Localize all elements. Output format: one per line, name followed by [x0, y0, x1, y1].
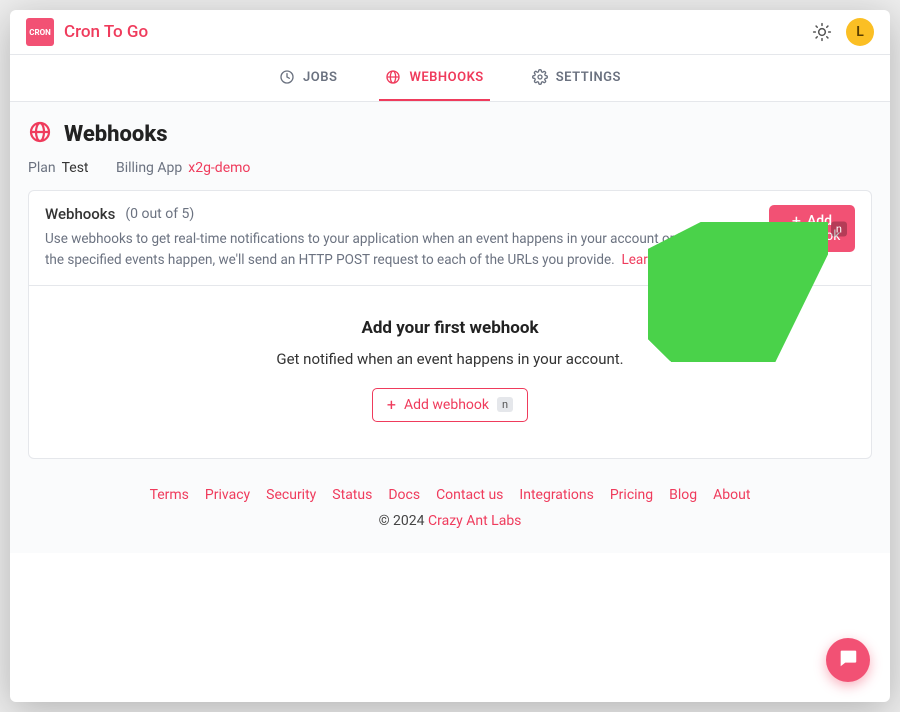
plan-value: Test: [62, 160, 89, 176]
tab-bar: JOBS WEBHOOKS SETTINGS: [10, 55, 890, 102]
chat-button[interactable]: [826, 638, 870, 682]
tab-label: JOBS: [303, 70, 337, 85]
theme-toggle-icon[interactable]: [812, 22, 832, 42]
page-header: Webhooks: [28, 120, 872, 148]
add-webhook-label-1: Add: [807, 213, 832, 229]
plus-icon: +: [792, 213, 801, 229]
avatar[interactable]: L: [846, 18, 874, 46]
empty-title: Add your first webhook: [45, 318, 855, 338]
footer-link-blog[interactable]: Blog: [669, 487, 697, 503]
page-title: Webhooks: [64, 122, 168, 147]
add-webhook-button[interactable]: + Add webhook n: [769, 205, 855, 252]
footer-link-integrations[interactable]: Integrations: [519, 487, 593, 503]
tab-jobs[interactable]: JOBS: [273, 55, 343, 101]
brand[interactable]: CRON Cron To Go: [26, 18, 148, 46]
copyright-prefix: © 2024: [379, 513, 428, 529]
clock-icon: [279, 69, 295, 85]
tab-label: WEBHOOKS: [409, 70, 483, 85]
billing-app-link[interactable]: x2g-demo: [188, 160, 250, 176]
brand-name: Cron To Go: [64, 22, 148, 42]
avatar-initial: L: [856, 24, 864, 40]
footer-link-privacy[interactable]: Privacy: [205, 487, 250, 503]
footer: Terms Privacy Security Status Docs Conta…: [28, 487, 872, 529]
logo-text: CRON: [29, 28, 51, 37]
kbd-hint: n: [831, 221, 847, 236]
learn-more-suffix: .: [690, 252, 694, 268]
card-name: Webhooks: [45, 205, 115, 223]
company-link[interactable]: Crazy Ant Labs: [428, 513, 521, 529]
footer-link-terms[interactable]: Terms: [150, 487, 189, 503]
footer-link-pricing[interactable]: Pricing: [610, 487, 653, 503]
topbar-actions: L: [812, 18, 874, 46]
tab-webhooks[interactable]: WEBHOOKS: [379, 55, 489, 101]
add-webhook-label: Add webhook: [404, 397, 489, 413]
empty-subtitle: Get notified when an event happens in yo…: [45, 350, 855, 368]
copyright: © 2024 Crazy Ant Labs: [28, 513, 872, 529]
globe-icon: [385, 69, 401, 85]
kbd-hint: n: [497, 397, 513, 412]
billing-app-label: Billing App: [116, 160, 182, 176]
add-webhook-outline-button[interactable]: + Add webhook n: [372, 388, 528, 422]
app-window: CRON Cron To Go L J: [10, 10, 890, 702]
chat-icon: [837, 647, 859, 673]
footer-link-status[interactable]: Status: [332, 487, 372, 503]
learn-more-link[interactable]: Learn more: [621, 252, 689, 268]
footer-links: Terms Privacy Security Status Docs Conta…: [28, 487, 872, 503]
plan-label: Plan: [28, 160, 56, 176]
tab-label: SETTINGS: [556, 70, 621, 85]
webhooks-card: Webhooks (0 out of 5) Use webhooks to ge…: [28, 190, 872, 459]
card-description: Use webhooks to get real-time notificati…: [45, 229, 751, 271]
topbar: CRON Cron To Go L: [10, 10, 890, 55]
globe-icon: [28, 120, 52, 148]
main-content: Webhooks Plan Test Billing App x2g-demo …: [10, 102, 890, 553]
card-empty-state: Add your first webhook Get notified when…: [29, 285, 871, 458]
logo-icon: CRON: [26, 18, 54, 46]
footer-link-contact[interactable]: Contact us: [436, 487, 503, 503]
plus-icon: +: [387, 397, 396, 413]
page-meta: Plan Test Billing App x2g-demo: [28, 160, 872, 176]
tab-settings[interactable]: SETTINGS: [526, 55, 627, 101]
footer-link-security[interactable]: Security: [266, 487, 316, 503]
card-header: Webhooks (0 out of 5) Use webhooks to ge…: [29, 191, 871, 285]
card-count: (0 out of 5): [125, 206, 194, 222]
footer-link-docs[interactable]: Docs: [388, 487, 420, 503]
gear-icon: [532, 69, 548, 85]
footer-link-about[interactable]: About: [713, 487, 750, 503]
